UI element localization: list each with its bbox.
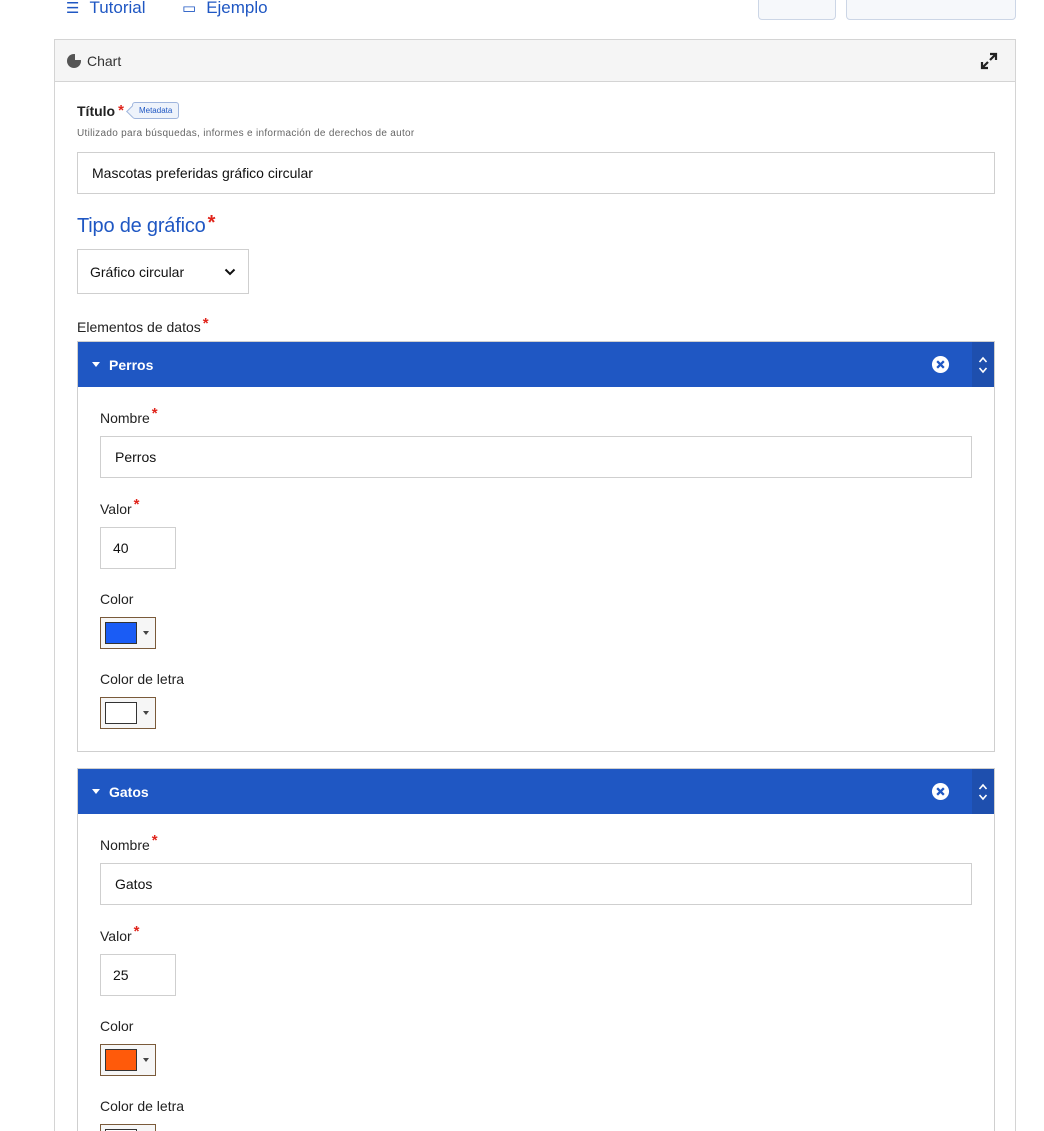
list-icon: ☰ bbox=[66, 0, 80, 17]
ejemplo-link[interactable]: ▭ Ejemplo bbox=[182, 0, 268, 18]
required-asterisk: * bbox=[133, 496, 140, 513]
titulo-label: Título bbox=[77, 102, 116, 119]
chevron-down-icon[interactable] bbox=[978, 793, 988, 801]
dropdown-arrow-icon bbox=[143, 1058, 149, 1062]
chevron-down-icon bbox=[224, 268, 236, 276]
chevron-down-icon[interactable] bbox=[978, 366, 988, 374]
color-picker-button[interactable] bbox=[100, 1044, 156, 1076]
tipo-grafico-label: Tipo de gráfico * bbox=[77, 212, 993, 238]
font-color-picker-button[interactable] bbox=[100, 1124, 156, 1131]
titulo-input[interactable] bbox=[77, 152, 995, 194]
font-color-swatch bbox=[105, 702, 137, 724]
expand-icon[interactable] bbox=[979, 51, 999, 71]
dropdown-arrow-icon bbox=[143, 711, 149, 715]
nombre-label-text: Nombre bbox=[100, 409, 150, 426]
data-element-title: Gatos bbox=[109, 783, 149, 800]
color-swatch bbox=[105, 622, 137, 644]
valor-label-text: Valor bbox=[100, 927, 132, 944]
metadata-tag[interactable]: Metadata bbox=[131, 102, 180, 119]
required-asterisk: * bbox=[133, 923, 140, 940]
required-asterisk: * bbox=[151, 405, 158, 422]
nombre-label: Nombre * bbox=[100, 832, 972, 853]
dropdown-arrow-icon bbox=[143, 631, 149, 635]
data-element-header[interactable]: Gatos bbox=[78, 769, 994, 814]
titulo-label-row: Título * Metadata bbox=[77, 102, 993, 119]
nombre-label-text: Nombre bbox=[100, 836, 150, 853]
elementos-datos-label: Elementos de datos * bbox=[77, 315, 993, 335]
color-field: Color bbox=[100, 1018, 972, 1076]
required-asterisk: * bbox=[151, 832, 158, 849]
tutorial-link-label: Tutorial bbox=[89, 0, 146, 17]
chart-panel: Chart Título * Metadata Utilizado para b… bbox=[54, 39, 1016, 1131]
valor-input[interactable] bbox=[100, 527, 176, 569]
data-element-group: Gatos Nombre * Gatos Valor * 25 Color Co… bbox=[77, 768, 995, 1131]
font-color-field: Color de letra bbox=[100, 671, 972, 729]
remove-circle-icon[interactable] bbox=[931, 355, 950, 374]
nombre-input[interactable] bbox=[100, 863, 972, 905]
data-element-group: Perros Nombre * Perros Valor * 40 Color … bbox=[77, 341, 995, 752]
chevron-up-icon[interactable] bbox=[978, 356, 988, 364]
nombre-field: Nombre * bbox=[100, 832, 972, 905]
data-element-body: Nombre * Valor * Color bbox=[78, 387, 994, 729]
color-label: Color bbox=[100, 591, 134, 607]
valor-field: Valor * bbox=[100, 496, 972, 569]
elementos-datos-label-text: Elementos de datos bbox=[77, 318, 201, 335]
font-color-picker-button[interactable] bbox=[100, 697, 156, 729]
valor-input[interactable] bbox=[100, 954, 176, 996]
top-button-2[interactable] bbox=[846, 0, 1016, 20]
chart-panel-header: Chart bbox=[55, 40, 1015, 82]
tipo-grafico-value: Gráfico circular bbox=[90, 263, 185, 280]
valor-field: Valor * bbox=[100, 923, 972, 996]
valor-label-text: Valor bbox=[100, 500, 132, 517]
required-asterisk: * bbox=[207, 212, 216, 234]
data-element-title: Perros bbox=[109, 356, 154, 373]
top-link-bar: ☰ Tutorial ▭ Ejemplo bbox=[0, 0, 1044, 30]
nombre-input[interactable] bbox=[100, 436, 972, 478]
chart-panel-body: Título * Metadata Utilizado para búsqued… bbox=[55, 82, 1015, 1131]
required-asterisk: * bbox=[118, 102, 124, 119]
color-swatch bbox=[105, 1049, 137, 1071]
tipo-grafico-label-text: Tipo de gráfico bbox=[77, 215, 206, 237]
required-asterisk: * bbox=[202, 315, 209, 332]
color-field: Color bbox=[100, 591, 972, 649]
panel-title: Chart bbox=[87, 52, 122, 69]
valor-label: Valor * bbox=[100, 923, 972, 944]
remove-circle-icon[interactable] bbox=[931, 782, 950, 801]
top-button-1[interactable] bbox=[758, 0, 836, 20]
image-icon: ▭ bbox=[182, 0, 197, 17]
color-picker-button[interactable] bbox=[100, 617, 156, 649]
reorder-control[interactable] bbox=[972, 769, 994, 814]
valor-label: Valor * bbox=[100, 496, 972, 517]
titulo-help-text: Utilizado para búsquedas, informes e inf… bbox=[77, 128, 415, 139]
chevron-up-icon[interactable] bbox=[978, 783, 988, 791]
color-letra-label: Color de letra bbox=[100, 1098, 185, 1114]
font-color-field: Color de letra bbox=[100, 1098, 972, 1131]
caret-down-icon bbox=[92, 362, 100, 367]
tutorial-link[interactable]: ☰ Tutorial bbox=[66, 0, 146, 18]
pie-chart-icon bbox=[67, 52, 82, 68]
color-label: Color bbox=[100, 1018, 134, 1034]
ejemplo-link-label: Ejemplo bbox=[206, 0, 268, 17]
data-element-header[interactable]: Perros bbox=[78, 342, 994, 387]
nombre-field: Nombre * bbox=[100, 405, 972, 478]
tipo-grafico-select[interactable]: Gráfico circular bbox=[77, 249, 249, 294]
reorder-control[interactable] bbox=[972, 342, 994, 387]
data-element-body: Nombre * Valor * Color bbox=[78, 814, 994, 1131]
nombre-label: Nombre * bbox=[100, 405, 972, 426]
color-letra-label: Color de letra bbox=[100, 671, 185, 687]
caret-down-icon bbox=[92, 789, 100, 794]
